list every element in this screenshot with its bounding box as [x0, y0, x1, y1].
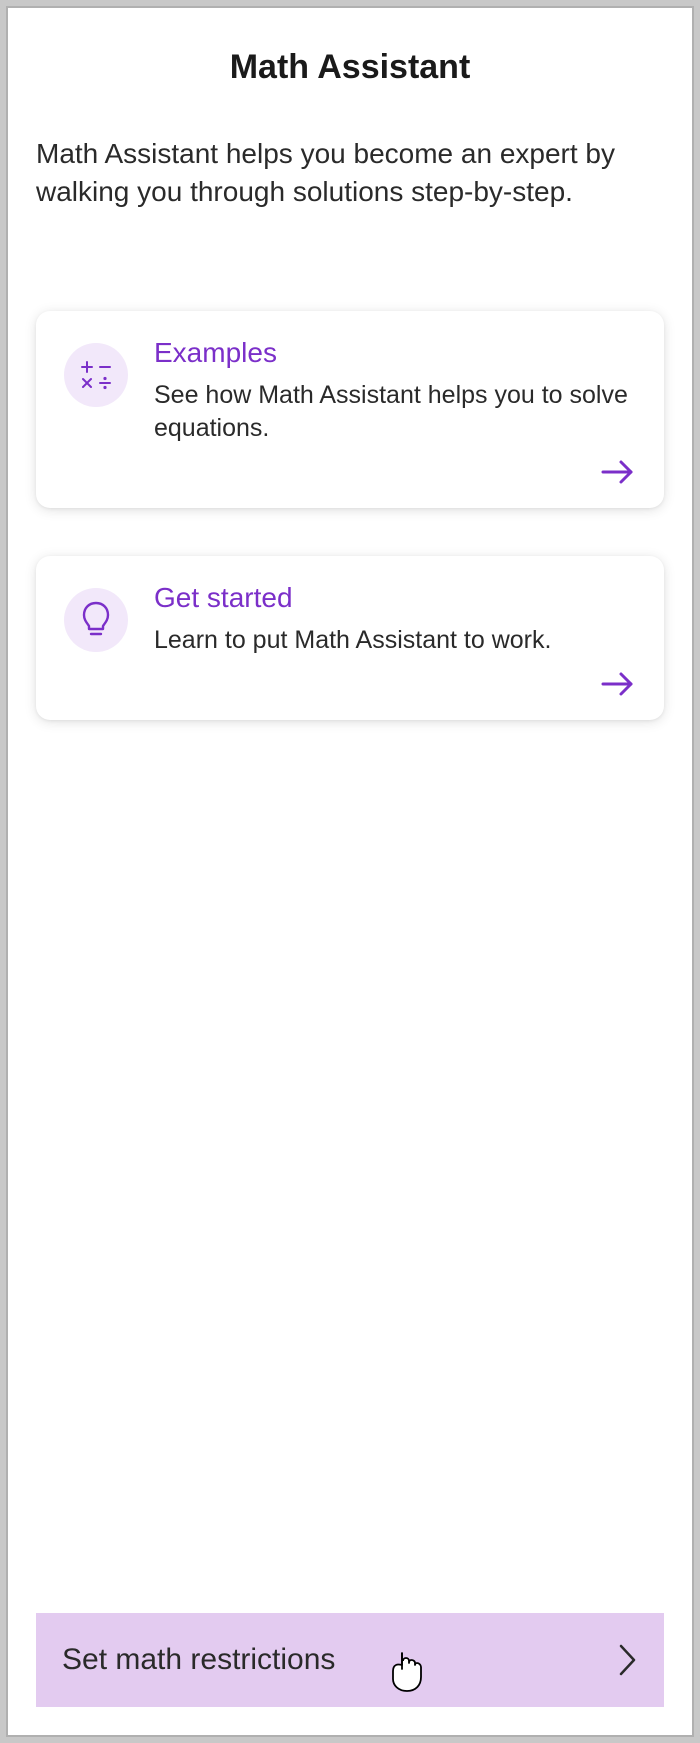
get-started-card[interactable]: Get started Learn to put Math Assistant …: [36, 556, 664, 720]
math-assistant-panel: Math Assistant Math Assistant helps you …: [6, 6, 694, 1737]
examples-card[interactable]: Examples See how Math Assistant helps yo…: [36, 311, 664, 509]
card-title: Get started: [154, 582, 636, 614]
panel-description: Math Assistant helps you become an exper…: [36, 135, 664, 211]
arrow-right-icon: [64, 458, 636, 486]
card-title: Examples: [154, 337, 636, 369]
set-math-restrictions-button[interactable]: Set math restrictions: [36, 1613, 664, 1707]
footer-button-label: Set math restrictions: [62, 1643, 335, 1677]
arrow-right-icon: [64, 670, 636, 698]
chevron-right-icon: [618, 1643, 638, 1677]
lightbulb-icon: [64, 588, 128, 652]
card-description: See how Math Assistant helps you to solv…: [154, 379, 636, 447]
math-operators-icon: [64, 343, 128, 407]
card-description: Learn to put Math Assistant to work.: [154, 624, 636, 658]
cursor-icon: [389, 1651, 425, 1693]
panel-title: Math Assistant: [36, 48, 664, 87]
